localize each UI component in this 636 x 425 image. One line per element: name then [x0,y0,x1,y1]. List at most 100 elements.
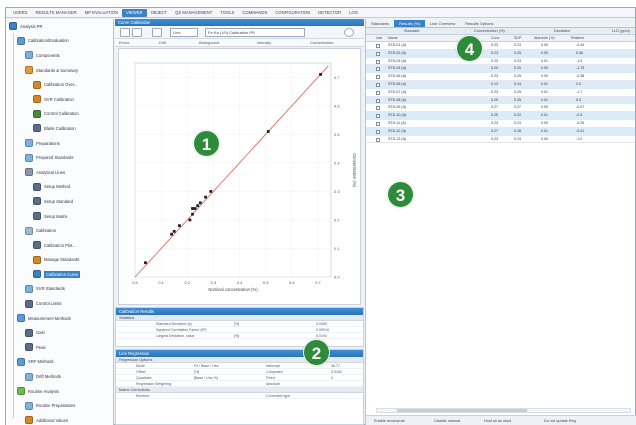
menu-item-commands[interactable]: COMMANDS [238,9,271,17]
table-row[interactable]: STD-04 (A) 0.20 0.20 0.00 -1.75 [366,65,635,74]
col-conc[interactable]: Conc [491,35,499,42]
tree-item[interactable]: Routine Preparations [6,398,113,413]
row-mode[interactable]: Correction type [266,393,290,399]
tree-item[interactable]: Calibration [6,223,113,238]
tree-item[interactable]: Analytical Lines [6,165,113,180]
col-name[interactable]: Name [388,35,398,42]
col-absolute[interactable]: Absolute (%) [534,35,555,42]
table-row[interactable]: STD-01 (A) 0.23 0.23 0.00 -0.44 [366,42,635,50]
use-checkbox[interactable] [376,121,380,126]
forward-icon[interactable] [132,28,142,37]
intensity-option[interactable]: Intensity [257,39,271,47]
tree-item[interactable]: Setup Method [6,180,113,195]
data-point [193,207,197,210]
tree-item[interactable]: Analysis PR [6,19,113,34]
x-axis-label: Nominal concentration (%) [208,287,258,292]
tree-item-label: Manage Standards [44,257,80,263]
col-use[interactable]: Use [376,35,382,42]
enable-recompute-checkbox[interactable]: Enable recompute [374,416,405,425]
tree-item[interactable]: Control Limits [6,296,113,311]
tree-item[interactable]: Standards & Summary [6,63,113,78]
disable-manual-checkbox[interactable]: Disable manual [434,416,460,425]
menu-item-log[interactable]: LOG [345,9,362,17]
back-icon[interactable] [120,28,130,37]
menu-item-detector[interactable]: DETECTOR [314,9,345,17]
data-point [209,190,213,193]
tab-results-options[interactable]: Results Options [460,20,498,27]
tree-item[interactable]: Routine Analysis [6,384,113,399]
use-checkbox[interactable] [376,51,380,56]
do-not-update-checkbox[interactable]: Do not update Reg. [544,416,577,425]
tree-item[interactable]: Gain [6,325,113,340]
settings-icon[interactable] [344,28,354,37]
tree-item[interactable]: Calibration/Evaluation [6,34,113,49]
horizontal-scrollbar[interactable] [376,408,631,413]
hold-all-checkbox[interactable]: Hold all as used [484,416,511,425]
use-checkbox[interactable] [376,75,380,80]
tree-item[interactable]: Control Calibration [6,107,113,122]
table-row[interactable]: STD-03 (A) 0.23 0.23 0.01 -1.5 [366,58,635,66]
menu-item-tools[interactable]: TOOLS [216,9,238,17]
table-row[interactable]: STD-09 (A) 0.27 0.27 0.00 -0.07 [366,104,635,113]
scrollbar-thumb[interactable] [397,409,527,412]
menu-item-results-manager[interactable]: RESULTS MANAGER [31,9,80,17]
tree-item[interactable]: Peak [6,340,113,355]
tab-line-overview[interactable]: Line Overview [425,20,460,27]
menu-item-users[interactable]: USERS [9,9,31,17]
tree-item[interactable]: SVR Calibration [6,92,113,107]
use-checkbox[interactable] [376,67,380,72]
tree-item[interactable]: Additional Values [6,413,113,425]
table-row[interactable]: STD-06 (A) 0.13 0.14 0.01 2.0 [366,80,635,89]
use-checkbox[interactable] [376,114,380,119]
use-checkbox[interactable] [376,82,380,87]
use-checkbox[interactable] [376,129,380,134]
chart-type-icon[interactable] [152,28,162,37]
use-checkbox[interactable] [376,98,380,103]
use-checkbox[interactable] [376,90,380,95]
tree-item[interactable]: Calibration Curve [6,267,113,282]
col-sdp[interactable]: SDP [514,35,521,42]
tree-item[interactable]: Components [6,48,113,63]
menu-item-qs-management[interactable]: QS MANAGEMENT [171,9,216,17]
tree-item[interactable]: XRF Methods [6,355,113,370]
tree-item[interactable]: Calibration Over... [6,77,113,92]
table-row[interactable]: STD-11 (A) 0.23 0.23 0.00 -0.25 [366,120,635,128]
use-checkbox[interactable] [376,106,380,111]
tab-results-[interactable]: Results (%) [394,20,425,27]
drift-option[interactable]: Drift [159,39,166,47]
calibration-dropdown[interactable]: Fe Ka (1/0) Calibration PR [205,28,305,37]
col-relative[interactable]: Relative [571,35,584,42]
menu-item-viewer[interactable]: VIEWER [122,8,147,17]
table-row[interactable]: STD-08 (A) 0.25 0.25 0.01 0.3 [366,96,635,105]
table-row[interactable]: STD-02 (A) 0.23 0.25 0.00 0.46 [366,49,635,58]
table-row[interactable]: STD-12 (A) 0.27 0.28 0.01 -0.01 [366,127,635,136]
tree-item[interactable]: Manage Standards [6,253,113,268]
use-checkbox[interactable] [376,137,380,142]
tab-standards[interactable]: Standards [366,20,394,27]
table-row[interactable]: STD-05 (A) 0.23 0.25 0.00 -0.38 [366,73,635,81]
row-mode[interactable]: Absolute [266,381,280,387]
menu-item-mp-evaluation[interactable]: MP EVALUATION [81,9,122,17]
tree-item[interactable]: SVR Standards [6,282,113,297]
table-row[interactable]: STD-10 (A) 0.25 0.22 0.01 -0.5 [366,112,635,120]
tree-item-icon [33,241,41,250]
tree-item[interactable]: Preparations [6,136,113,151]
tree-item[interactable]: Prepared Standards [6,150,113,165]
use-checkbox[interactable] [376,59,380,64]
menu-item-object[interactable]: OBJECT [147,9,172,17]
tree-item[interactable]: Blank Calibration [6,121,113,136]
table-row[interactable]: STD-07 (A) 0.23 0.25 0.01 -1.7 [366,89,635,97]
menu-item-configuration[interactable]: CONFIGURATION [271,9,314,17]
concentration-option[interactable]: Concentration [310,39,334,47]
tree-item-icon [33,95,41,104]
table-row[interactable]: STD-13 (A) 0.23 0.23 0.00 -1.0 [366,136,635,144]
background-option[interactable]: Background [199,39,219,47]
use-checkbox[interactable] [376,44,380,48]
tree-item[interactable]: Setup Standard [6,194,113,209]
tree-item[interactable]: Calibration Plot... [6,238,113,253]
tree-item[interactable]: Setup Matrix [6,209,113,224]
errors-option[interactable]: Errors [119,39,129,47]
tree-item[interactable]: Drift Methods [6,369,113,384]
line-dropdown[interactable]: Line [170,28,198,37]
tree-item[interactable]: Measurement Methods [6,311,113,326]
